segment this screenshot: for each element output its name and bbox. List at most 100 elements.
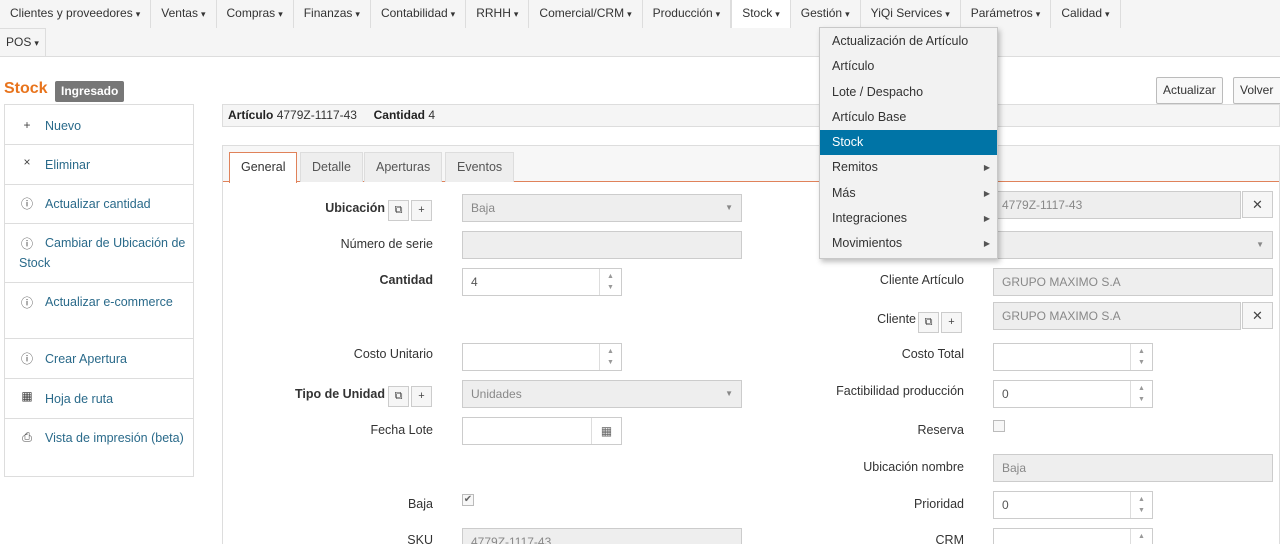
secondary-select[interactable]: ▼ xyxy=(993,231,1273,259)
costo-total-field[interactable]: ▲ ▼ xyxy=(993,343,1153,371)
nav-produccion[interactable]: Producción ▾ xyxy=(643,0,732,28)
spinner-icon[interactable]: ▲▼ xyxy=(599,269,621,295)
costo-unitario-label: Costo Unitario xyxy=(353,347,433,361)
tipo-unidad-label: Tipo de Unidad xyxy=(294,387,385,401)
update-button[interactable]: Actualizar xyxy=(1156,77,1223,104)
close-icon[interactable]: ✕ xyxy=(1242,302,1273,329)
menu-item-label: Artículo xyxy=(832,59,875,74)
sidebar-item-vista-impresion[interactable]: ⎙ Vista de impresión (beta) xyxy=(5,419,193,476)
chevron-down-icon: ▼ xyxy=(725,203,733,212)
nav-contabilidad[interactable]: Contabilidad ▾ xyxy=(371,0,467,28)
sidebar-item-eliminar[interactable]: × Eliminar xyxy=(5,145,193,185)
tab-general[interactable]: General xyxy=(229,152,298,183)
crm-field[interactable]: ▲▼ xyxy=(993,528,1153,544)
articulo-field[interactable]: 4779Z-1117-43 xyxy=(993,191,1241,219)
nav-ventas[interactable]: Ventas ▾ xyxy=(151,0,217,28)
tipo-unidad-select[interactable]: Unidades ▼ xyxy=(462,380,742,408)
sidebar-item-crear-apertura[interactable]: ⓘ Crear Apertura xyxy=(5,339,193,379)
spinner-icon[interactable]: ▲▼ xyxy=(1130,529,1152,544)
costo-total-label: Costo Total xyxy=(901,347,964,361)
status-badge: Ingresado xyxy=(55,81,125,102)
add-icon[interactable]: + xyxy=(411,200,432,221)
nav-stock[interactable]: Stock ▾ xyxy=(731,0,791,28)
menu-item-label: Lote / Despacho xyxy=(832,84,924,99)
nav-label: Compras xyxy=(226,6,276,20)
menu-item-articulo-base[interactable]: Artículo Base xyxy=(820,105,997,130)
nav-label: Ventas xyxy=(161,6,198,20)
alert-circle-icon: ⓘ xyxy=(20,197,33,211)
nav-gestion[interactable]: Gestión ▾ xyxy=(791,0,861,28)
window-icon[interactable]: ⧉ xyxy=(918,312,939,333)
tab-aperturas[interactable]: Aperturas xyxy=(364,152,443,182)
ubicacion-label: Ubicación xyxy=(325,201,385,215)
nav-calidad[interactable]: Calidad ▾ xyxy=(1051,0,1121,28)
spinner-icon[interactable]: ▲▼ xyxy=(599,344,621,370)
nav-clientes-proveedores[interactable]: Clientes y proveedores ▾ xyxy=(0,0,152,28)
tab-detalle[interactable]: Detalle xyxy=(300,152,363,182)
sidebar-item-nuevo[interactable]: + Nuevo xyxy=(5,105,193,145)
nav-rrhh[interactable]: RRHH ▾ xyxy=(466,0,530,28)
sidebar-item-cambiar-ubicacion[interactable]: ⓘ Cambiar de Ubicación de Stock xyxy=(5,224,193,283)
prioridad-field[interactable]: 0 ▲ ▼ xyxy=(993,491,1153,519)
baja-checkbox[interactable]: ✔ xyxy=(462,494,474,506)
calendar-icon[interactable]: ▦ xyxy=(591,418,621,444)
add-icon[interactable]: + xyxy=(411,386,432,407)
chevron-down-icon: ▾ xyxy=(775,9,780,19)
menu-item-remitos[interactable]: Remitos ▶ xyxy=(820,155,997,180)
back-button[interactable]: Volver xyxy=(1233,77,1280,104)
articulo-label: Artículo xyxy=(228,108,274,122)
sidebar-item-actualizar-ecommerce[interactable]: ⓘ Actualizar e-commerce xyxy=(5,283,193,339)
costo-unitario-field[interactable]: ▲ ▼ xyxy=(462,343,622,371)
spinner-icon[interactable]: ▲▼ xyxy=(1130,492,1152,518)
cliente-field[interactable]: GRUPO MAXIMO S.A xyxy=(993,302,1241,330)
menu-item-mas[interactable]: Más ▶ xyxy=(820,181,997,206)
nav-compras[interactable]: Compras ▾ xyxy=(217,0,294,28)
sku-field[interactable]: 4779Z-1117-43 xyxy=(462,528,742,544)
cantidad-label: Cantidad xyxy=(373,108,425,122)
window-icon[interactable]: ⧉ xyxy=(388,386,409,407)
nav-label: Calidad xyxy=(1061,6,1103,20)
nav-finanzas[interactable]: Finanzas ▾ xyxy=(294,0,371,28)
factibilidad-field[interactable]: 0 ▲ ▼ xyxy=(993,380,1153,408)
tab-eventos[interactable]: Eventos xyxy=(445,152,515,182)
ubicacion-select[interactable]: Baja ▼ xyxy=(462,194,742,222)
top-navigation: Clientes y proveedores ▾ Ventas ▾ Compras ▾… xyxy=(0,0,1280,57)
tab-strip: General Detalle Aperturas Eventos xyxy=(223,146,1279,183)
reserva-checkbox[interactable] xyxy=(993,420,1005,432)
menu-item-lote-despacho[interactable]: Lote / Despacho xyxy=(820,80,997,105)
window-icon[interactable]: ⧉ xyxy=(388,200,409,221)
plus-icon: + xyxy=(23,118,31,132)
page-title: Stock xyxy=(4,80,48,97)
sidebar-item-hoja-de-ruta[interactable]: ▦ Hoja de ruta xyxy=(5,379,193,419)
spinner-icon[interactable]: ▲▼ xyxy=(1130,344,1152,370)
chevron-down-icon: ▼ xyxy=(725,389,733,398)
add-icon[interactable]: + xyxy=(941,312,962,333)
menu-item-articulo[interactable]: Artículo xyxy=(820,54,997,79)
cantidad-field[interactable]: 4 ▲ ▼ xyxy=(462,268,622,296)
nav-pos[interactable]: POS ▾ xyxy=(0,28,46,56)
spinner-icon[interactable]: ▲▼ xyxy=(1130,381,1152,407)
fecha-lote-field[interactable]: ▦ xyxy=(462,417,622,445)
sidebar-item-label: Crear Apertura xyxy=(45,352,127,366)
reserva-label: Reserva xyxy=(917,423,964,437)
menu-item-movimientos[interactable]: Movimientos ▶ xyxy=(820,231,997,256)
numero-serie-field[interactable] xyxy=(462,231,742,259)
close-icon[interactable]: ✕ xyxy=(1242,191,1273,218)
ubicacion-nombre-field[interactable]: Baja xyxy=(993,454,1273,482)
cantidad-value: 4 xyxy=(428,108,436,122)
sidebar-item-actualizar-cantidad[interactable]: ⓘ Actualizar cantidad xyxy=(5,185,193,224)
menu-item-actualizacion-articulo[interactable]: Actualización de Artículo xyxy=(820,29,997,54)
nav-yiqi-services[interactable]: YiQi Services ▾ xyxy=(861,0,961,28)
nav-comercial-crm[interactable]: Comercial/CRM ▾ xyxy=(529,0,643,28)
sidebar-item-label: Hoja de ruta xyxy=(45,392,114,406)
cantidad-field-value: 4 xyxy=(471,275,478,289)
close-icon: × xyxy=(23,155,31,169)
sidebar-item-label: Vista de impresión (beta) xyxy=(45,431,184,445)
chevron-down-icon: ▾ xyxy=(627,9,632,19)
nav-parametros[interactable]: Parámetros ▾ xyxy=(961,0,1052,28)
articulo-value: 4779Z-1117-43 xyxy=(276,108,357,122)
menu-item-stock[interactable]: Stock xyxy=(820,130,997,156)
cliente-articulo-field[interactable]: GRUPO MAXIMO S.A xyxy=(993,268,1273,296)
sidebar-item-label: Actualizar e-commerce xyxy=(45,295,173,309)
menu-item-integraciones[interactable]: Integraciones ▶ xyxy=(820,206,997,231)
